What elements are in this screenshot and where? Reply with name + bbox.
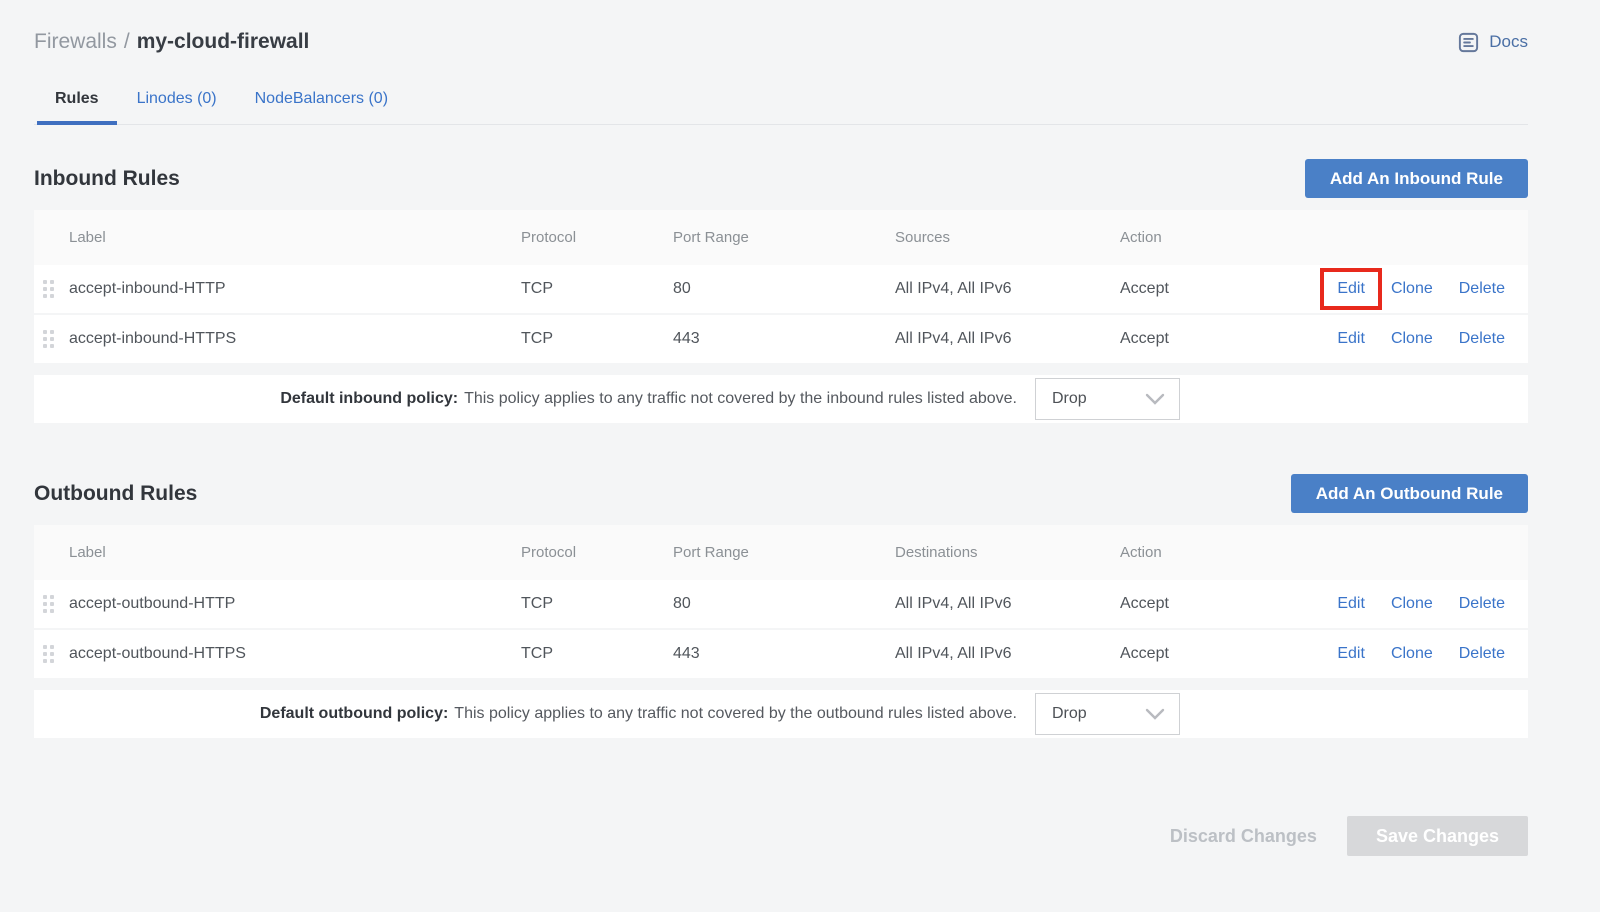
policy-description: This policy applies to any traffic not c… [464, 390, 1017, 408]
rule-label: accept-inbound-HTTPS [69, 330, 521, 348]
column-header-protocol: Protocol [521, 229, 673, 246]
clone-link[interactable]: Clone [1391, 595, 1433, 613]
docs-label: Docs [1489, 32, 1528, 52]
default-outbound-policy-select[interactable]: Drop [1035, 693, 1180, 735]
rule-sources: All IPv4, All IPv6 [895, 280, 1120, 298]
rule-protocol: TCP [521, 595, 673, 613]
chevron-down-icon [1145, 708, 1165, 720]
column-header-port-range: Port Range [673, 544, 895, 561]
breadcrumb: Firewalls / my-cloud-firewall [34, 30, 309, 54]
column-header-sources: Sources [895, 229, 1120, 246]
column-header-protocol: Protocol [521, 544, 673, 561]
clone-link[interactable]: Clone [1391, 645, 1433, 663]
delete-link[interactable]: Delete [1459, 280, 1505, 298]
policy-select-value: Drop [1052, 705, 1087, 723]
table-row: accept-inbound-HTTP TCP 80 All IPv4, All… [34, 265, 1528, 313]
policy-description: This policy applies to any traffic not c… [454, 705, 1017, 723]
tab-rules[interactable]: Rules [37, 80, 117, 125]
column-header-destinations: Destinations [895, 544, 1120, 561]
outbound-rules-section: Outbound Rules Add An Outbound Rule Labe… [34, 474, 1528, 738]
drag-handle-icon[interactable] [43, 280, 54, 298]
default-inbound-policy-row: Default inbound policy: This policy appl… [34, 375, 1528, 423]
rule-port-range: 80 [673, 595, 895, 613]
clone-link[interactable]: Clone [1391, 330, 1433, 348]
footer-actions: Discard Changes Save Changes [34, 816, 1528, 856]
outbound-table-header: Label Protocol Port Range Destinations A… [34, 525, 1528, 580]
rule-protocol: TCP [521, 330, 673, 348]
drag-handle-icon[interactable] [43, 595, 54, 613]
breadcrumb-separator: / [124, 30, 130, 53]
edit-link[interactable]: Edit [1337, 280, 1365, 298]
discard-changes-button[interactable]: Discard Changes [1170, 826, 1317, 847]
rule-port-range: 80 [673, 280, 895, 298]
policy-label: Default inbound policy: [280, 390, 458, 408]
annotation-highlight-box: Edit [1320, 268, 1382, 310]
inbound-rules-section: Inbound Rules Add An Inbound Rule Label … [34, 159, 1528, 423]
rule-action: Accept [1120, 330, 1290, 348]
tab-linodes[interactable]: Linodes (0) [119, 80, 235, 125]
add-outbound-rule-button[interactable]: Add An Outbound Rule [1291, 474, 1528, 513]
default-inbound-policy-select[interactable]: Drop [1035, 378, 1180, 420]
inbound-table-header: Label Protocol Port Range Sources Action [34, 210, 1528, 265]
table-row: accept-outbound-HTTPS TCP 443 All IPv4, … [34, 630, 1528, 678]
drag-handle-icon[interactable] [43, 645, 54, 663]
rule-protocol: TCP [521, 645, 673, 663]
table-row: accept-inbound-HTTPS TCP 443 All IPv4, A… [34, 315, 1528, 363]
delete-link[interactable]: Delete [1459, 645, 1505, 663]
clone-link[interactable]: Clone [1391, 280, 1433, 298]
rule-label: accept-outbound-HTTPS [69, 645, 521, 663]
save-changes-button[interactable]: Save Changes [1347, 816, 1528, 856]
rule-sources: All IPv4, All IPv6 [895, 330, 1120, 348]
edit-link[interactable]: Edit [1337, 330, 1365, 348]
outbound-rules-title: Outbound Rules [34, 482, 197, 506]
topbar: Firewalls / my-cloud-firewall Docs [34, 30, 1528, 54]
docs-link[interactable]: Docs [1457, 31, 1528, 54]
page-title: my-cloud-firewall [137, 30, 310, 53]
column-header-action: Action [1120, 544, 1290, 561]
rule-action: Accept [1120, 595, 1290, 613]
policy-select-value: Drop [1052, 390, 1087, 408]
inbound-rules-table: Label Protocol Port Range Sources Action… [34, 210, 1528, 363]
rule-port-range: 443 [673, 330, 895, 348]
tab-nodebalancers[interactable]: NodeBalancers (0) [237, 80, 406, 125]
default-outbound-policy-row: Default outbound policy: This policy app… [34, 690, 1528, 738]
column-header-label: Label [69, 229, 521, 246]
firewall-detail-page: Firewalls / my-cloud-firewall Docs Rules L… [34, 0, 1528, 856]
add-inbound-rule-button[interactable]: Add An Inbound Rule [1305, 159, 1528, 198]
policy-label: Default outbound policy: [260, 705, 448, 723]
edit-link[interactable]: Edit [1337, 595, 1365, 613]
rule-destinations: All IPv4, All IPv6 [895, 595, 1120, 613]
rule-label: accept-inbound-HTTP [69, 280, 521, 298]
rule-label: accept-outbound-HTTP [69, 595, 521, 613]
column-header-action: Action [1120, 229, 1290, 246]
rule-action: Accept [1120, 645, 1290, 663]
tab-bar: Rules Linodes (0) NodeBalancers (0) [34, 80, 1528, 125]
column-header-port-range: Port Range [673, 229, 895, 246]
rule-action: Accept [1120, 280, 1290, 298]
rule-port-range: 443 [673, 645, 895, 663]
rule-protocol: TCP [521, 280, 673, 298]
chevron-down-icon [1145, 393, 1165, 405]
breadcrumb-firewalls-link[interactable]: Firewalls [34, 30, 117, 53]
drag-handle-icon[interactable] [43, 330, 54, 348]
delete-link[interactable]: Delete [1459, 330, 1505, 348]
table-row: accept-outbound-HTTP TCP 80 All IPv4, Al… [34, 580, 1528, 628]
column-header-label: Label [69, 544, 521, 561]
outbound-rules-table: Label Protocol Port Range Destinations A… [34, 525, 1528, 678]
delete-link[interactable]: Delete [1459, 595, 1505, 613]
inbound-rules-title: Inbound Rules [34, 167, 180, 191]
rule-destinations: All IPv4, All IPv6 [895, 645, 1120, 663]
document-icon [1457, 31, 1480, 54]
edit-link[interactable]: Edit [1337, 645, 1365, 663]
